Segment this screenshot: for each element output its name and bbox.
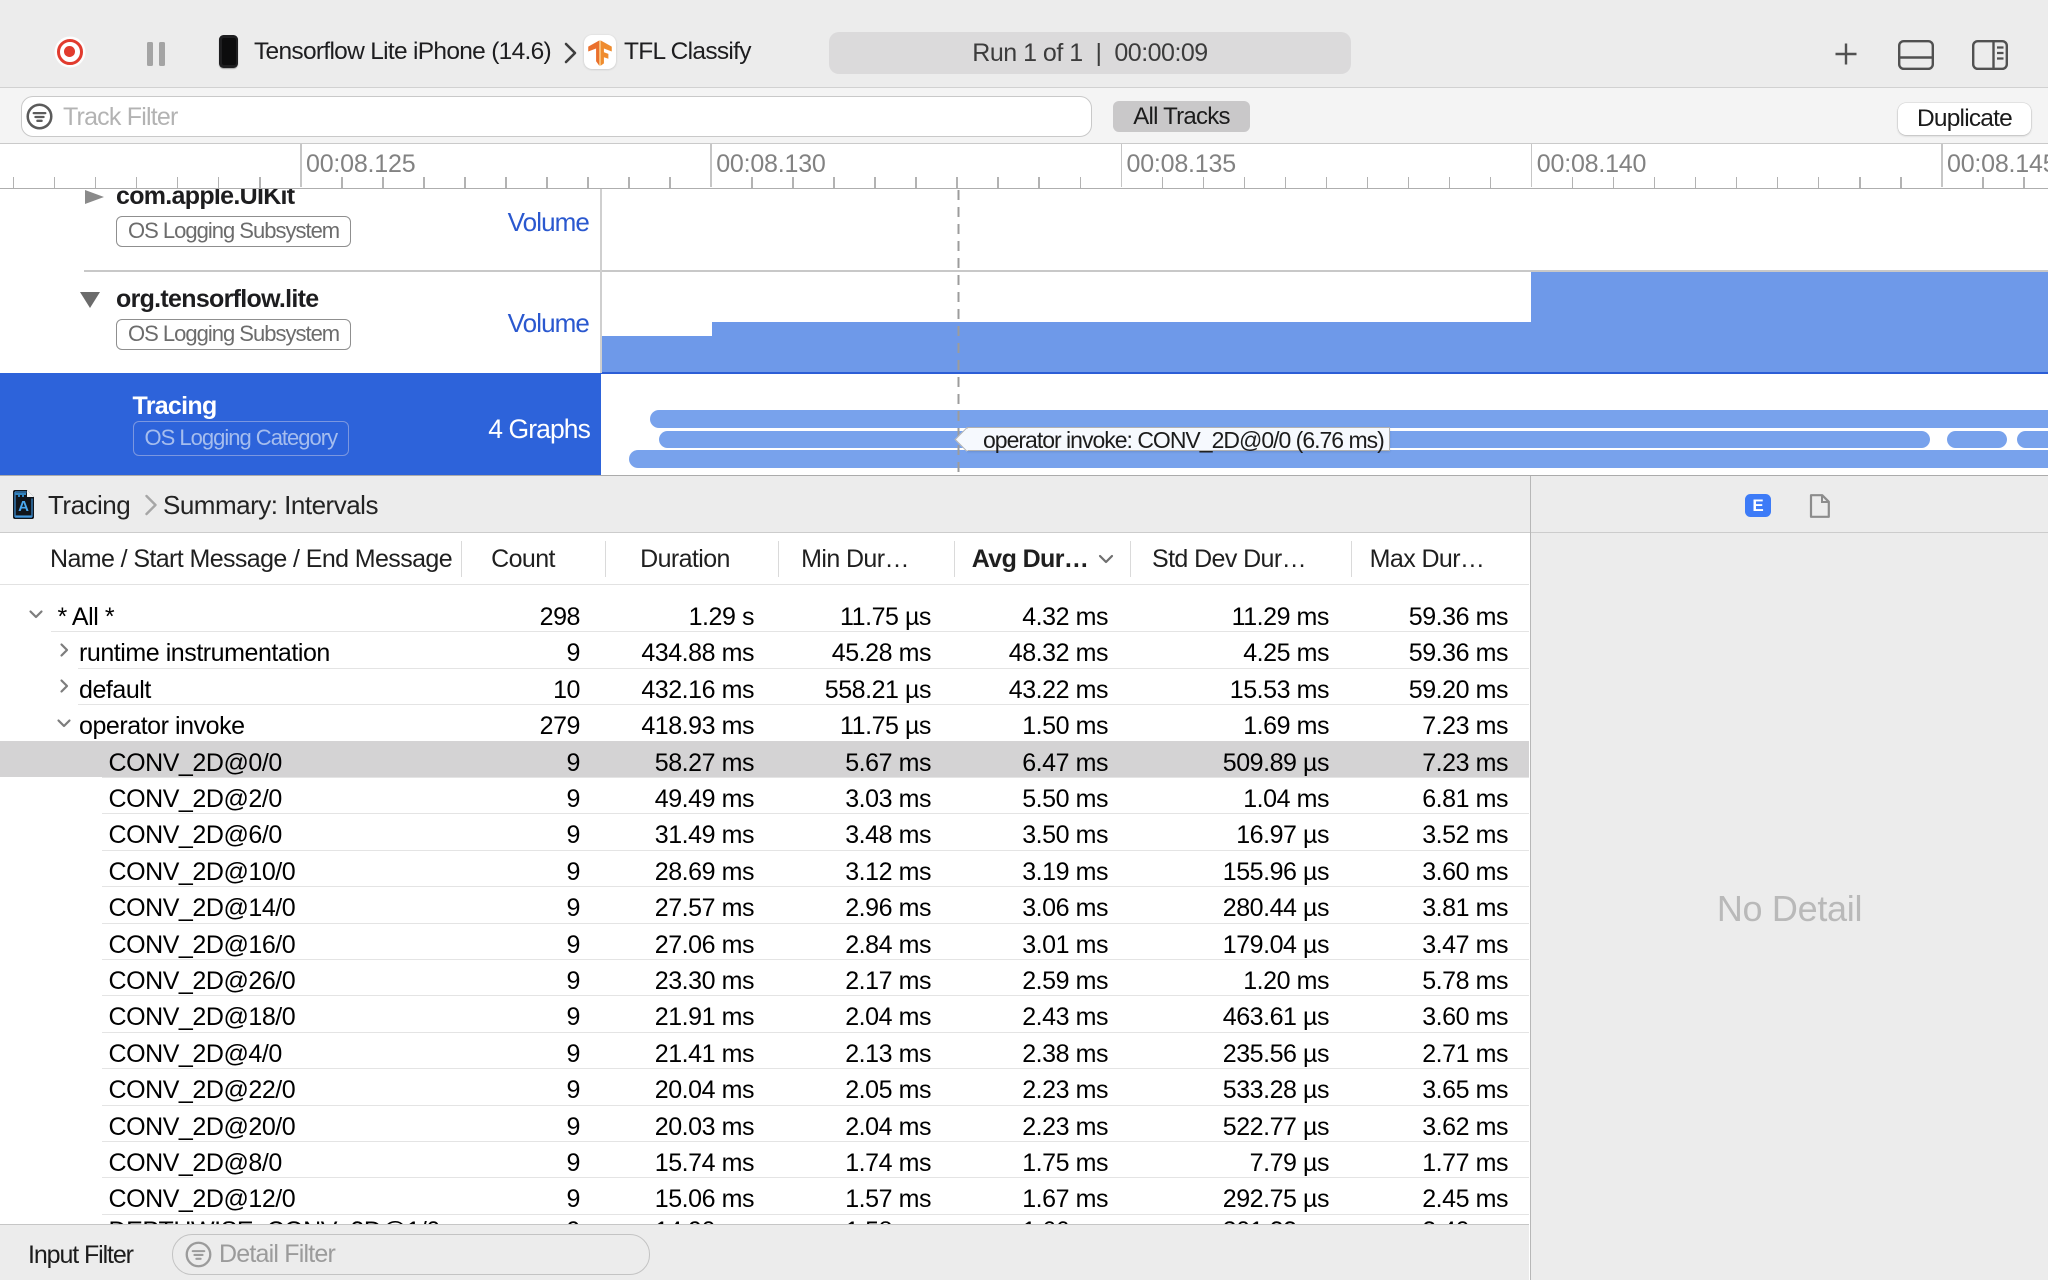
svg-text:A: A (18, 498, 29, 515)
